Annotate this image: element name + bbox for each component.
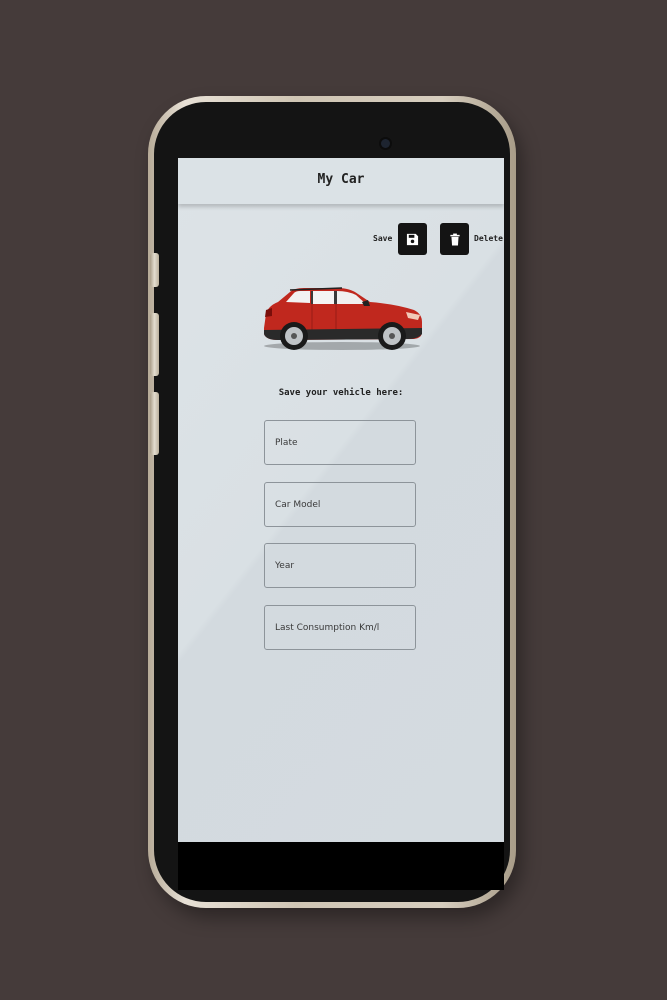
trash-icon — [449, 233, 460, 245]
app-bar: My Car — [178, 158, 504, 204]
car-image — [258, 282, 426, 358]
volume-up-side-button — [150, 313, 159, 376]
year-input[interactable] — [264, 543, 416, 588]
car-model-input[interactable] — [264, 482, 416, 527]
bottom-bar — [178, 842, 504, 890]
plate-input[interactable] — [264, 420, 416, 465]
save-label: Save — [373, 234, 393, 243]
page-title: My Car — [317, 171, 365, 187]
save-button[interactable] — [398, 223, 427, 255]
action-side-button — [150, 253, 159, 287]
volume-down-side-button — [150, 392, 159, 455]
app-screen: My Car Save Delete Save your vehicle her… — [178, 158, 504, 842]
delete-button[interactable] — [440, 223, 469, 255]
form-subtitle: Save your vehicle here: — [278, 388, 404, 398]
front-camera — [381, 139, 390, 148]
consumption-input[interactable] — [264, 605, 416, 650]
delete-label: Delete — [474, 234, 503, 243]
floppy-disk-icon — [406, 233, 419, 245]
